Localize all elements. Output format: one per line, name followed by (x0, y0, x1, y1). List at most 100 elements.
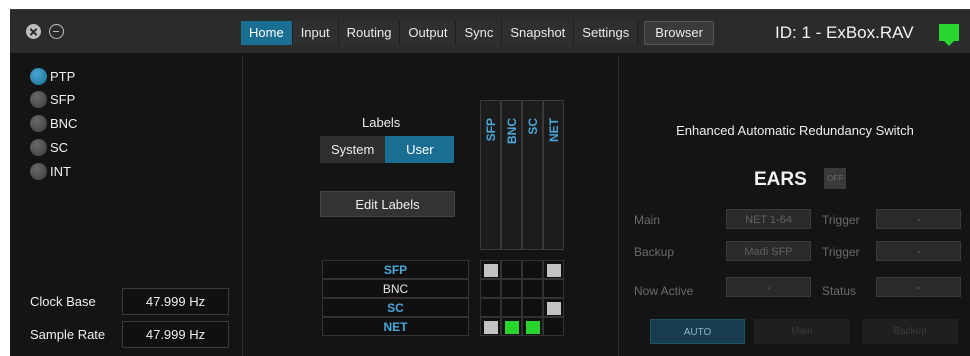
matrix-column-header: NET (543, 100, 564, 250)
device-status-icon (939, 24, 959, 46)
matrix-cell[interactable] (543, 298, 564, 317)
ears-status-value: - (876, 277, 961, 297)
labels-system-button[interactable]: System (320, 136, 386, 163)
matrix-row: NET (322, 317, 564, 336)
tab-sync[interactable]: Sync (456, 21, 503, 45)
tab-input[interactable]: Input (292, 21, 339, 45)
matrix-cell[interactable] (501, 317, 522, 336)
matrix-cell[interactable] (543, 317, 564, 336)
matrix-cell[interactable] (480, 317, 501, 336)
ears-trigger-label: Trigger (822, 245, 860, 259)
radio-icon (30, 138, 47, 156)
matrix-cell-indicator (484, 264, 498, 277)
matrix-row: BNC (322, 279, 564, 298)
matrix-row-label: SFP (322, 260, 469, 279)
matrix-cell[interactable] (501, 298, 522, 317)
ears-backup-label: Backup (634, 245, 675, 259)
matrix-column-label: BNC (505, 118, 519, 144)
ears-main-label: Main (634, 213, 661, 227)
matrix-column-header: SFP (480, 100, 501, 250)
ears-title: Enhanced Automatic Redundancy Switch (676, 123, 914, 138)
matrix-cell[interactable] (501, 279, 522, 298)
ears-main-trigger-select[interactable]: - (876, 209, 961, 229)
matrix-row: SFP (322, 260, 564, 279)
sync-source-int[interactable]: INT (30, 161, 71, 181)
sample-rate-value: 47.999 Hz (122, 321, 229, 348)
matrix-row: SC (322, 298, 564, 317)
ears-auto-button[interactable]: AUTO (650, 319, 745, 344)
matrix-row-label: NET (322, 317, 469, 336)
matrix-cell[interactable] (480, 298, 501, 317)
matrix-cell[interactable] (480, 279, 501, 298)
clock-base-value: 47.999 Hz (122, 288, 229, 315)
sync-source-ptp[interactable]: PTP (30, 66, 75, 86)
sample-rate-row: Sample Rate 47.999 Hz (30, 321, 229, 348)
matrix-cell-indicator (505, 321, 519, 334)
labels-matrix-panel: Labels System User Edit Labels SFP BNC S… (244, 55, 619, 356)
ears-label: EARS (754, 169, 807, 190)
sync-source-label: SC (50, 139, 69, 155)
matrix-cell-indicator (526, 321, 540, 334)
sync-source-sfp[interactable]: SFP (30, 89, 75, 109)
sync-source-label: PTP (50, 68, 76, 84)
matrix-cell[interactable] (522, 279, 543, 298)
ears-status-label: Status (822, 284, 857, 298)
matrix-cell[interactable] (522, 260, 543, 279)
ears-backup-select[interactable]: Madi SFP (726, 241, 811, 261)
ears-backup-trigger-select[interactable]: - (876, 241, 961, 261)
top-bar: Home Input Routing Output Sync Snapshot … (10, 10, 970, 54)
tab-output[interactable]: Output (400, 21, 457, 45)
matrix-column-header: SC (522, 100, 543, 250)
ears-now-active-label: Now Active (634, 284, 694, 298)
matrix-cell[interactable] (543, 279, 564, 298)
matrix-cell[interactable] (522, 298, 543, 317)
sample-rate-label: Sample Rate (30, 327, 106, 342)
ears-trigger-label: Trigger (822, 213, 860, 227)
minimize-icon[interactable] (49, 24, 64, 39)
sync-source-label: BNC (50, 115, 78, 131)
clock-base-row: Clock Base 47.999 Hz (30, 288, 229, 315)
radio-selected-icon (30, 67, 47, 85)
tab-settings[interactable]: Settings (574, 21, 639, 45)
radio-icon (30, 114, 47, 132)
matrix-column-label: SC (526, 118, 540, 135)
ears-toggle-button[interactable]: OFF (824, 168, 846, 189)
matrix-cell[interactable] (522, 317, 543, 336)
labels-mode-switch: System User (320, 136, 455, 163)
labels-title: Labels (362, 115, 401, 130)
matrix-row-label: BNC (322, 279, 469, 298)
sync-source-bnc[interactable]: BNC (30, 113, 77, 133)
matrix-cell-indicator (547, 302, 561, 315)
main-tabs: Home Input Routing Output Sync Snapshot … (241, 21, 714, 45)
tab-browser[interactable]: Browser (644, 21, 714, 45)
ears-main-button[interactable]: Main (754, 319, 850, 344)
matrix-column-label: NET (547, 118, 561, 142)
radio-icon (30, 162, 47, 180)
labels-user-button[interactable]: User (385, 136, 455, 163)
ears-now-active-value: - (726, 277, 811, 297)
tab-home[interactable]: Home (241, 21, 293, 45)
ears-panel: Enhanced Automatic Redundancy Switch EAR… (620, 55, 970, 356)
close-icon[interactable] (26, 24, 41, 39)
tab-snapshot[interactable]: Snapshot (502, 21, 575, 45)
matrix-cell-indicator (547, 264, 561, 277)
radio-icon (30, 90, 47, 108)
matrix-cell-indicator (484, 321, 498, 334)
matrix-cell[interactable] (480, 260, 501, 279)
tab-routing[interactable]: Routing (338, 21, 401, 45)
sync-panel: PTP SFP BNC SC INT Clock Base 47.999 Hz … (10, 55, 243, 356)
clock-base-label: Clock Base (30, 294, 96, 309)
matrix-cell[interactable] (501, 260, 522, 279)
device-id-label: ID: 1 - ExBox.RAV (775, 23, 914, 42)
matrix-column-label: SFP (484, 118, 498, 142)
sync-source-sc[interactable]: SC (30, 137, 68, 157)
matrix-column-header: BNC (501, 100, 522, 250)
app-window: Home Input Routing Output Sync Snapshot … (10, 9, 970, 356)
matrix-row-label: SC (322, 298, 469, 317)
sync-source-label: SFP (50, 91, 76, 107)
ears-backup-button[interactable]: Backup (862, 319, 958, 344)
sync-source-label: INT (50, 163, 71, 179)
matrix-cell[interactable] (543, 260, 564, 279)
edit-labels-button[interactable]: Edit Labels (320, 191, 455, 217)
ears-main-select[interactable]: NET 1-64 (726, 209, 811, 229)
